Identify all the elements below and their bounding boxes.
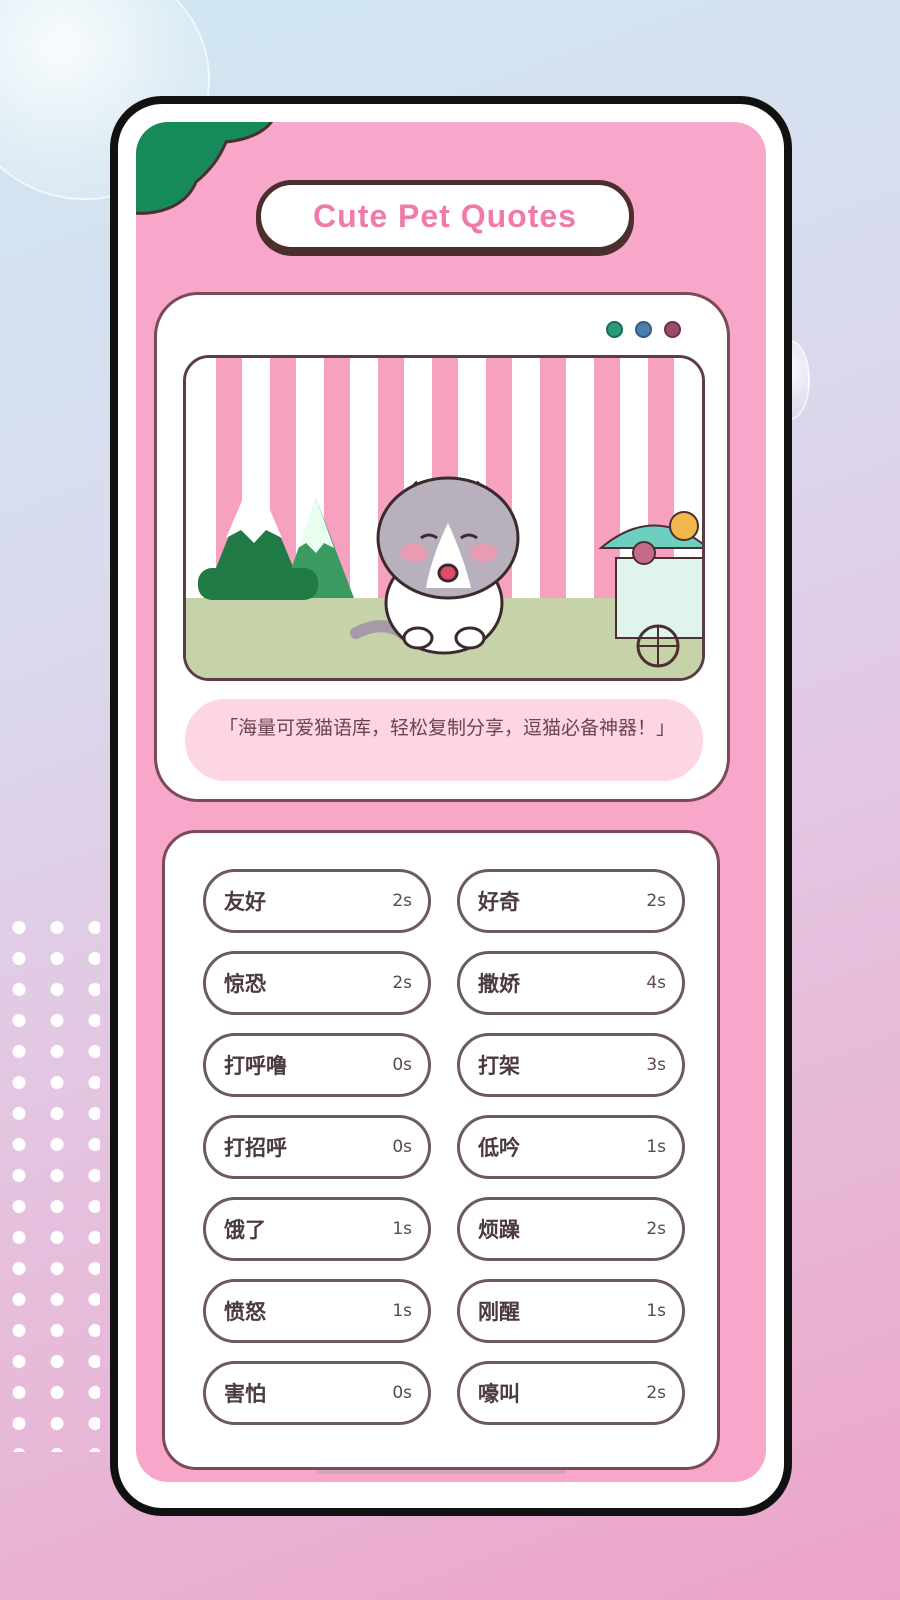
sound-name: 友好 bbox=[224, 889, 266, 914]
sound-name: 饿了 bbox=[224, 1217, 266, 1242]
sound-name: 害怕 bbox=[224, 1381, 266, 1406]
sound-name: 好奇 bbox=[478, 889, 520, 914]
sound-duration: 2s bbox=[646, 1219, 666, 1239]
sound-chip[interactable]: 嚎叫 2s bbox=[457, 1361, 685, 1425]
sound-name: 愤怒 bbox=[224, 1299, 266, 1324]
sound-duration: 1s bbox=[646, 1137, 666, 1157]
sound-chip[interactable]: 好奇 2s bbox=[457, 869, 685, 933]
sound-duration: 0s bbox=[392, 1055, 412, 1075]
sound-name: 撒娇 bbox=[478, 971, 520, 996]
sound-name: 烦躁 bbox=[478, 1217, 520, 1242]
preview-window: 「海量可爱猫语库，轻松复制分享，逗猫必备神器！」 bbox=[154, 292, 730, 802]
sound-grid: 友好 2s 好奇 2s 惊恐 2s 撒娇 4s 打呼噜 0s 打架 3s 打招呼 0s 低吟 1s 饿了 1s 烦躁… bbox=[203, 869, 685, 1425]
sound-chip[interactable]: 惊恐 2s bbox=[203, 951, 431, 1015]
app-title-text: Cute Pet Quotes bbox=[313, 197, 577, 234]
phone-frame: Cute Pet Quotes 「海量可爱猫语库，轻松复制分享，逗猫必备神器！」… bbox=[110, 96, 792, 1516]
sound-duration: 4s bbox=[646, 973, 666, 993]
app-title: Cute Pet Quotes bbox=[256, 180, 634, 252]
sound-chip[interactable]: 友好 2s bbox=[203, 869, 431, 933]
sound-name: 低吟 bbox=[478, 1135, 520, 1160]
cat-illustration bbox=[183, 355, 705, 681]
sound-name: 惊恐 bbox=[224, 971, 266, 996]
sound-duration: 3s bbox=[646, 1055, 666, 1075]
sound-list-card: 友好 2s 好奇 2s 惊恐 2s 撒娇 4s 打呼噜 0s 打架 3s 打招呼 0s 低吟 1s 饿了 1s 烦躁… bbox=[162, 830, 720, 1470]
sound-name: 打招呼 bbox=[224, 1135, 287, 1160]
sound-name: 刚醒 bbox=[478, 1299, 520, 1324]
sound-chip[interactable]: 刚醒 1s bbox=[457, 1279, 685, 1343]
window-dot-green bbox=[606, 321, 623, 338]
cat-scene-svg bbox=[186, 358, 702, 678]
window-dot-blue bbox=[635, 321, 652, 338]
home-indicator[interactable] bbox=[316, 1470, 566, 1474]
sound-name: 打呼噜 bbox=[224, 1053, 287, 1078]
sound-chip[interactable]: 愤怒 1s bbox=[203, 1279, 431, 1343]
app-screen: Cute Pet Quotes 「海量可爱猫语库，轻松复制分享，逗猫必备神器！」… bbox=[136, 122, 766, 1482]
window-controls bbox=[606, 321, 681, 338]
sound-chip[interactable]: 打呼噜 0s bbox=[203, 1033, 431, 1097]
sound-chip[interactable]: 害怕 0s bbox=[203, 1361, 431, 1425]
sound-duration: 2s bbox=[392, 973, 412, 993]
sound-duration: 0s bbox=[392, 1137, 412, 1157]
sound-duration: 2s bbox=[392, 891, 412, 911]
sound-chip[interactable]: 饿了 1s bbox=[203, 1197, 431, 1261]
sound-chip[interactable]: 打招呼 0s bbox=[203, 1115, 431, 1179]
sound-duration: 2s bbox=[646, 891, 666, 911]
sound-duration: 1s bbox=[646, 1301, 666, 1321]
sound-chip[interactable]: 低吟 1s bbox=[457, 1115, 685, 1179]
sound-duration: 1s bbox=[392, 1219, 412, 1239]
sound-chip[interactable]: 撒娇 4s bbox=[457, 951, 685, 1015]
sound-duration: 0s bbox=[392, 1383, 412, 1403]
sound-chip[interactable]: 打架 3s bbox=[457, 1033, 685, 1097]
sound-name: 打架 bbox=[478, 1053, 520, 1078]
sound-name: 嚎叫 bbox=[478, 1381, 520, 1406]
sound-duration: 2s bbox=[646, 1383, 666, 1403]
caption-text: 「海量可爱猫语库，轻松复制分享，逗猫必备神器！」 bbox=[185, 699, 703, 781]
sound-duration: 1s bbox=[392, 1301, 412, 1321]
decorative-dots bbox=[0, 912, 100, 1452]
sound-chip[interactable]: 烦躁 2s bbox=[457, 1197, 685, 1261]
window-dot-purple bbox=[664, 321, 681, 338]
